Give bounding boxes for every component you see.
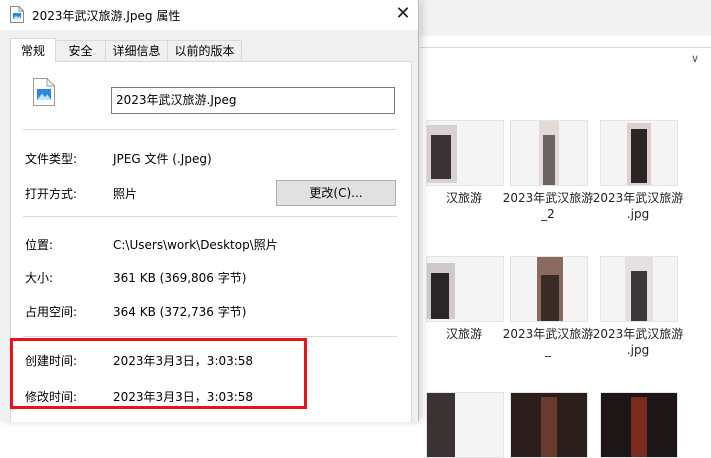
dialog-title: 2023年武汉旅游.Jpeg 属性 [32, 9, 181, 23]
properties-dialog: 2023年武汉旅游.Jpeg 属性 ✕ 常规 安全 详细信息 以前的版本 202… [0, 0, 419, 422]
opens-with-label: 打开方式: [25, 187, 78, 201]
explorer-title-strip [420, 0, 711, 36]
close-button[interactable]: ✕ [388, 0, 418, 30]
divider [23, 129, 397, 130]
file-tile[interactable]: 2023年武汉旅游 .jpg [593, 256, 683, 358]
tab-label: 常规 [20, 44, 45, 58]
file-tile[interactable]: 2023年武汉旅游 _ [503, 256, 593, 358]
general-tab-panel: 2023年武汉旅游.Jpeg 文件类型: JPEG 文件 (.Jpeg) 打开方… [10, 61, 412, 422]
close-icon: ✕ [395, 3, 411, 24]
image-thumbnail [600, 392, 678, 458]
file-type-label: 文件类型: [25, 152, 78, 166]
file-type-value: JPEG 文件 (.Jpeg) [113, 152, 212, 166]
image-thumbnail [600, 256, 678, 322]
image-thumbnail [510, 120, 588, 186]
filename-field[interactable]: 2023年武汉旅游.Jpeg [111, 87, 395, 114]
file-tile[interactable]: 汉旅游 [426, 120, 504, 206]
dialog-titlebar[interactable]: 2023年武汉旅游.Jpeg 属性 ✕ [0, 0, 418, 30]
modified-value: 2023年3月3日，3:03:58 [113, 390, 254, 404]
photo-file-icon [33, 78, 55, 106]
image-thumbnail [510, 392, 588, 458]
file-name: 汉旅游 [445, 191, 482, 205]
file-tile[interactable]: 2023年武汉旅游 .jpg [593, 120, 683, 222]
created-label: 创建时间: [25, 354, 78, 368]
tab-general[interactable]: 常规 [10, 38, 56, 62]
file-name: 2023年武汉旅游 .jpg [592, 191, 684, 221]
explorer-address-bar[interactable]: ∨ [420, 47, 711, 75]
file-tile[interactable] [600, 392, 678, 458]
file-tile[interactable]: 汉旅游 [426, 256, 504, 342]
size-on-disk-value: 364 KB (372,736 字节) [113, 305, 247, 319]
file-tile[interactable] [510, 392, 588, 458]
file-name: 2023年武汉旅游 _2 [502, 191, 594, 221]
file-name: 汉旅游 [445, 327, 482, 341]
modified-label: 修改时间: [25, 390, 78, 404]
change-app-button[interactable]: 更改(C)... [276, 180, 396, 206]
divider [23, 336, 397, 337]
image-thumbnail [600, 120, 678, 186]
file-tile[interactable] [426, 392, 504, 458]
divider [23, 216, 397, 217]
opens-with-value: 照片 [113, 187, 138, 201]
tab-label: 安全 [68, 44, 93, 58]
tab-label: 以前的版本 [174, 44, 235, 58]
size-label: 大小: [25, 271, 54, 285]
image-thumbnail [426, 120, 504, 186]
created-value: 2023年3月3日，3:03:58 [113, 354, 254, 368]
size-on-disk-label: 占用空间: [25, 305, 78, 319]
explorer-file-grid: 汉旅游 2023年武汉旅游 _2 2023年武汉旅游 .jpg 汉旅游 2023… [420, 74, 711, 458]
photo-file-icon [10, 6, 24, 23]
file-name: 2023年武汉旅游 _ [502, 327, 594, 357]
size-value: 361 KB (369,806 字节) [113, 271, 247, 285]
chevron-down-icon[interactable]: ∨ [691, 52, 705, 66]
file-tile[interactable]: 2023年武汉旅游 _2 [503, 120, 593, 222]
image-thumbnail [426, 256, 504, 322]
tab-label: 详细信息 [112, 44, 161, 58]
image-thumbnail [510, 256, 588, 322]
location-value: C:\Users\work\Desktop\照片 [113, 238, 278, 252]
tab-details[interactable]: 详细信息 [105, 40, 168, 61]
tab-previous-versions[interactable]: 以前的版本 [167, 40, 242, 61]
location-label: 位置: [25, 238, 54, 252]
file-name: 2023年武汉旅游 .jpg [592, 327, 684, 357]
image-thumbnail [426, 392, 504, 458]
tab-security[interactable]: 安全 [55, 40, 106, 61]
